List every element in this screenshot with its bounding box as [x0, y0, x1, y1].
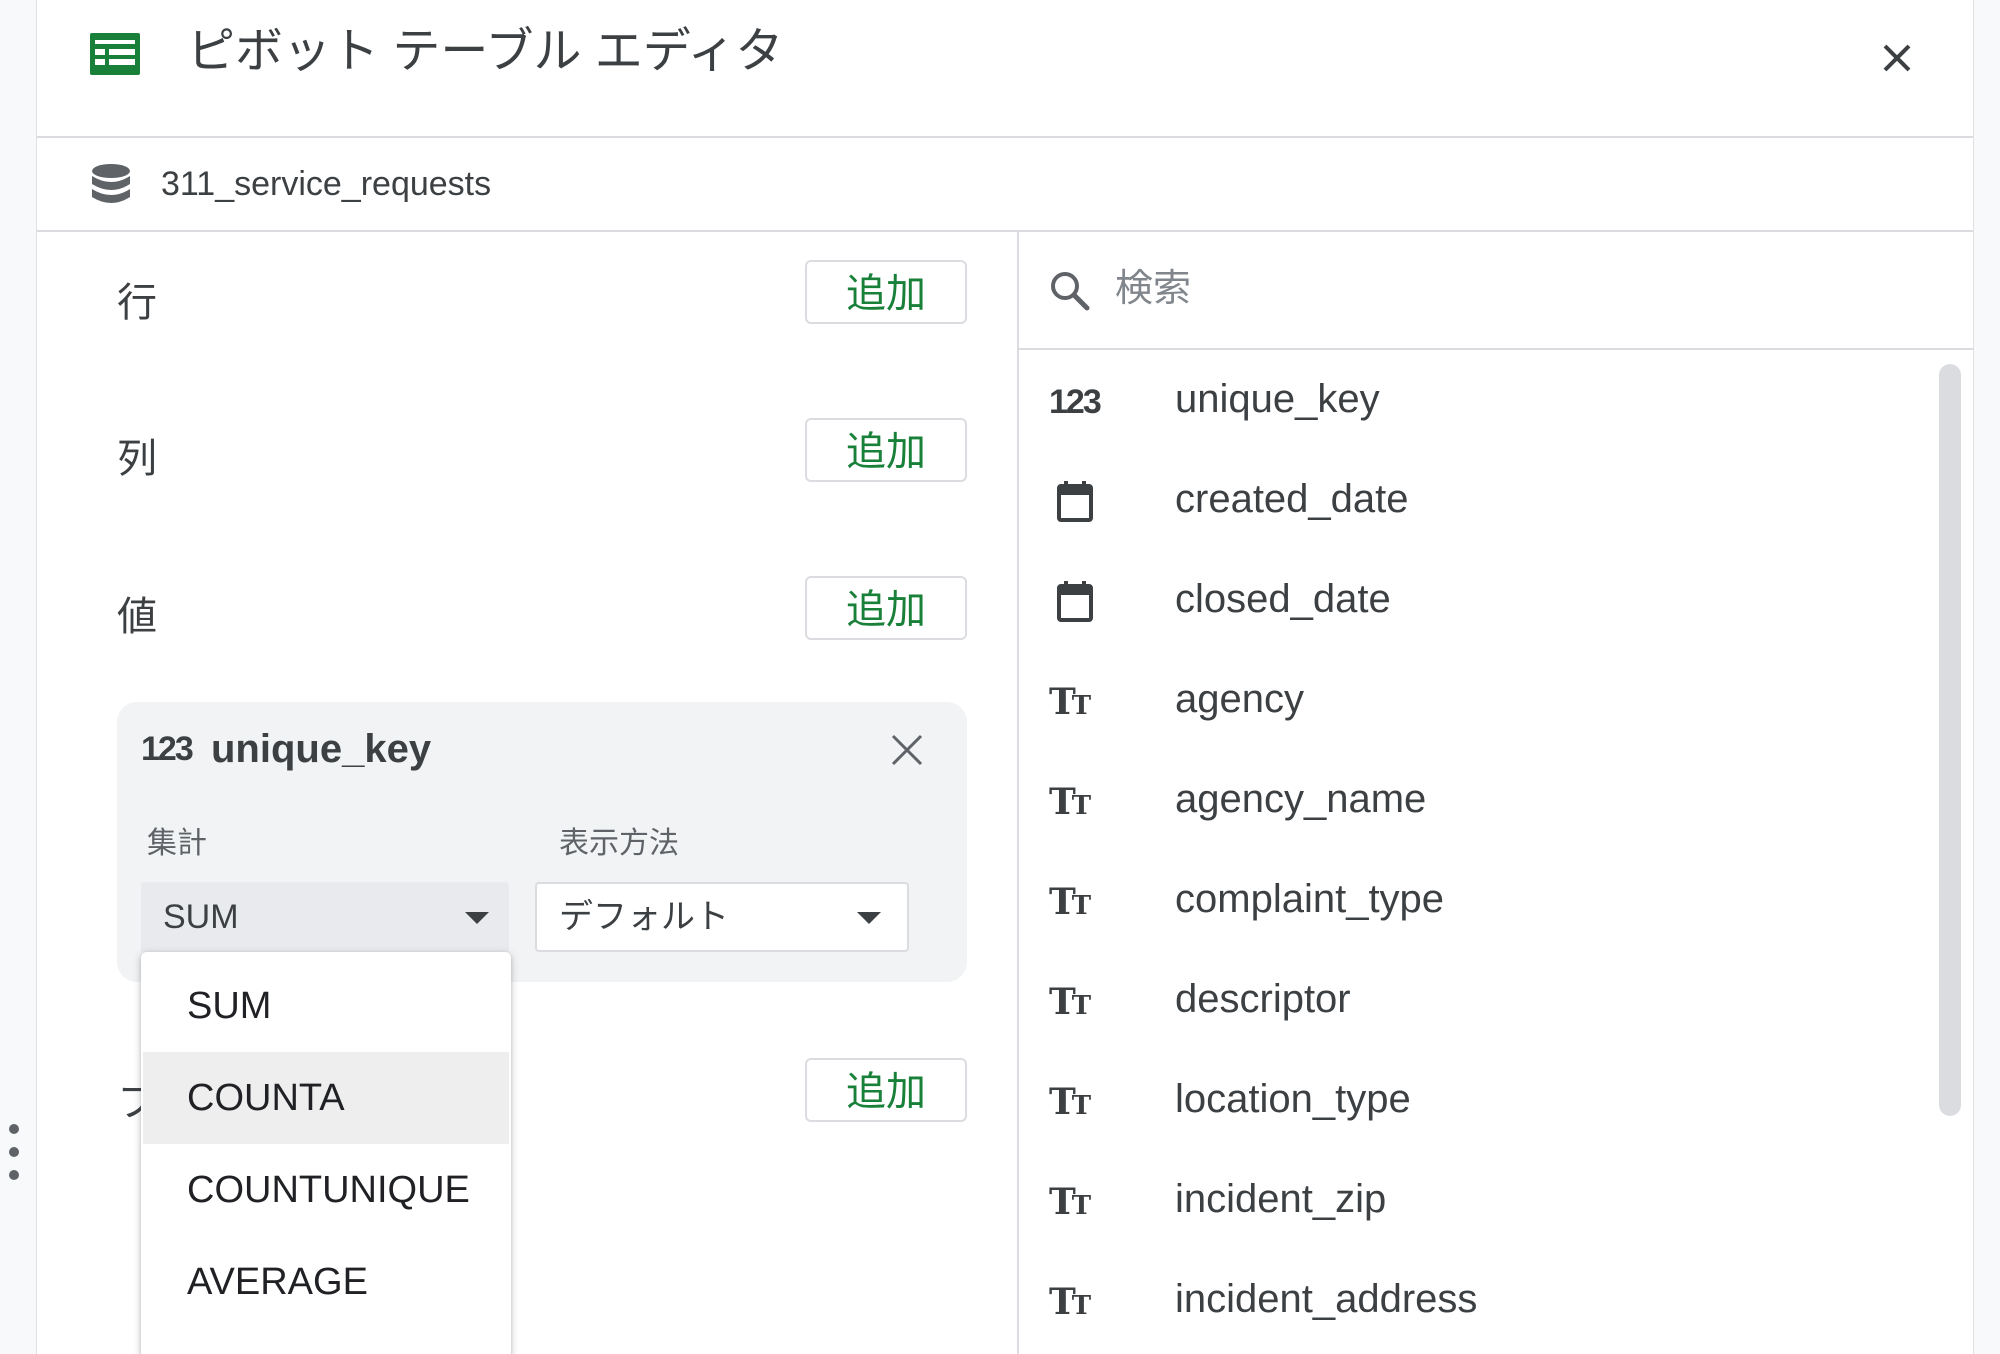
field-item-complaint-type[interactable]: TT complaint_type [1019, 850, 1939, 950]
field-label: location_type [1175, 1077, 1411, 1121]
add-filter-button[interactable]: 追加 [805, 1058, 967, 1122]
field-item-unique-key[interactable]: 123 unique_key [1019, 350, 1939, 450]
field-item-closed-date[interactable]: closed_date [1019, 550, 1939, 650]
editor-title: ピボット テーブル エディタ [187, 25, 784, 78]
add-value-button[interactable]: 追加 [805, 576, 967, 640]
field-list: 123 unique_key created_date closed_date … [1019, 350, 1973, 1354]
field-label: incident_address [1175, 1277, 1478, 1321]
field-item-incident-address[interactable]: TT incident_address [1019, 1250, 1939, 1350]
menu-item-counta[interactable]: COUNTA [143, 1052, 509, 1144]
field-label: closed_date [1175, 577, 1391, 621]
text-type-icon: TT [1049, 681, 1092, 723]
add-column-button[interactable]: 追加 [805, 418, 967, 482]
aggregate-select-value: SUM [163, 898, 239, 936]
data-source-name: 311_service_requests [161, 165, 492, 203]
text-type-icon: TT [1049, 781, 1092, 823]
menu-item-sum[interactable]: SUM [143, 960, 509, 1052]
search-icon [1051, 272, 1090, 311]
number-type-icon: 123 [141, 730, 194, 768]
search-input[interactable] [1113, 258, 1937, 320]
field-item-agency[interactable]: TT agency [1019, 650, 1939, 750]
aggregate-label: 集計 [147, 827, 207, 860]
text-type-icon: TT [1049, 981, 1092, 1023]
database-icon [92, 164, 130, 203]
aggregate-dropdown-menu: SUM COUNTA COUNTUNIQUE AVERAGE [141, 952, 511, 1354]
field-item-created-date[interactable]: created_date [1019, 450, 1939, 550]
pivot-table-editor-panel: ピボット テーブル エディタ 311_service_requests 行 追加… [36, 0, 1974, 1354]
chevron-down-icon [857, 912, 881, 924]
drag-dot [9, 1147, 19, 1157]
rows-section-label: 行 [117, 281, 157, 325]
table-icon [90, 33, 140, 75]
remove-value-icon[interactable] [889, 732, 925, 768]
field-label: incident_zip [1175, 1177, 1387, 1221]
field-item-location-type[interactable]: TT location_type [1019, 1050, 1939, 1150]
display-select-value: デフォルト [559, 898, 729, 936]
field-list-scrollbar[interactable] [1939, 364, 1961, 1116]
menu-item-average[interactable]: AVERAGE [143, 1236, 509, 1328]
editor-header: ピボット テーブル エディタ [37, 0, 1973, 138]
field-item-agency-name[interactable]: TT agency_name [1019, 750, 1939, 850]
add-row-button[interactable]: 追加 [805, 260, 967, 324]
display-select[interactable]: デフォルト [535, 882, 909, 952]
field-label: created_date [1175, 477, 1409, 521]
field-label: descriptor [1175, 977, 1351, 1021]
text-type-icon: TT [1049, 1181, 1092, 1223]
aggregate-select[interactable]: SUM [141, 882, 509, 952]
text-type-icon: TT [1049, 1281, 1092, 1323]
text-type-icon: TT [1049, 881, 1092, 923]
field-item-descriptor[interactable]: TT descriptor [1019, 950, 1939, 1050]
menu-item-countunique[interactable]: COUNTUNIQUE [143, 1144, 509, 1236]
columns-section-label: 列 [117, 437, 157, 481]
calendar-icon [1057, 481, 1093, 522]
chevron-down-icon [465, 912, 489, 924]
fields-column: 123 unique_key created_date [1019, 232, 1973, 1354]
value-field-name: unique_key [211, 727, 432, 771]
field-item-incident-zip[interactable]: TT incident_zip [1019, 1150, 1939, 1250]
data-source-row: 311_service_requests [37, 138, 1973, 232]
field-label: agency [1175, 677, 1304, 721]
values-section-label: 値 [117, 595, 157, 639]
text-type-icon: TT [1049, 1081, 1092, 1123]
calendar-icon [1057, 581, 1093, 622]
field-search-bar [1019, 232, 1973, 350]
field-label: agency_name [1175, 777, 1427, 821]
panel-drag-handle[interactable] [6, 1124, 22, 1184]
drag-dot [9, 1124, 19, 1134]
field-label: unique_key [1175, 377, 1380, 421]
display-label: 表示方法 [559, 827, 679, 860]
field-label: complaint_type [1175, 877, 1445, 921]
value-field-card: 123 unique_key 集計 表示方法 SUM デフォルト [117, 702, 967, 982]
close-icon[interactable] [1877, 38, 1917, 78]
drag-dot [9, 1170, 19, 1180]
number-type-icon: 123 [1049, 383, 1102, 421]
